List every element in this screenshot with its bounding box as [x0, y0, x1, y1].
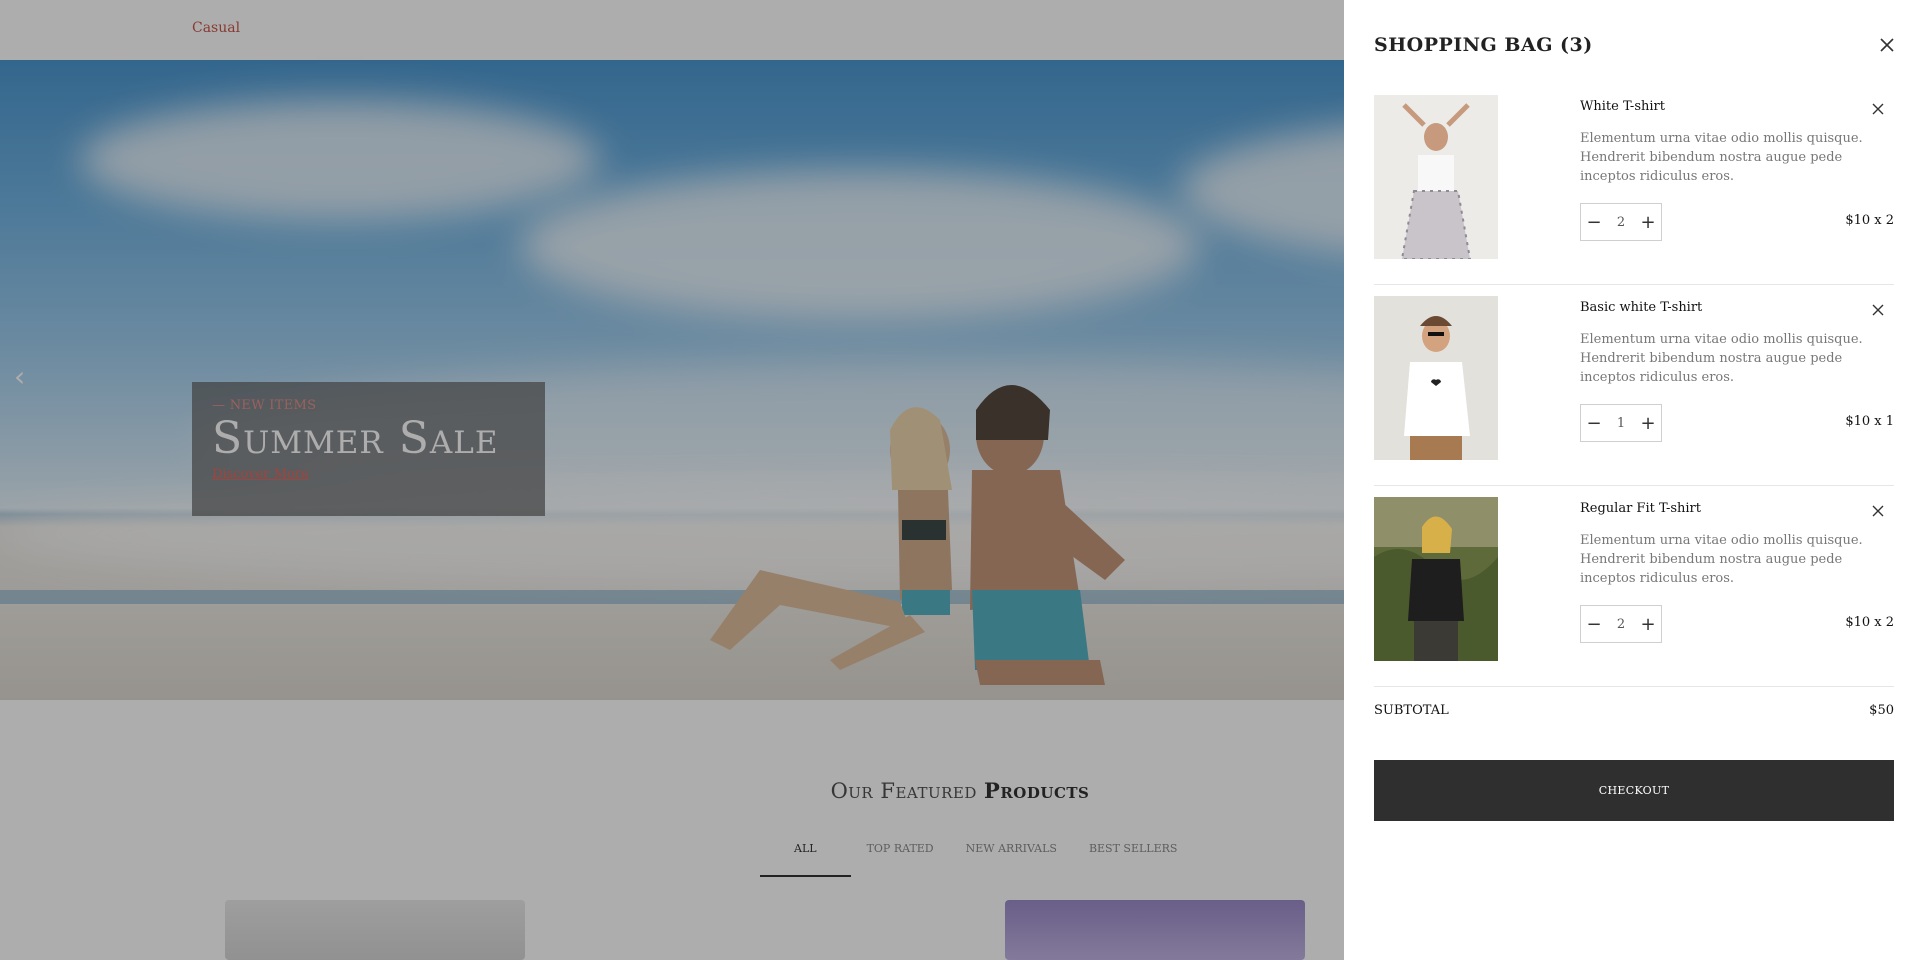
subtotal-label: SUBTOTAL [1374, 703, 1449, 718]
remove-item-icon[interactable] [1870, 302, 1886, 318]
close-icon[interactable] [1876, 34, 1898, 56]
item-price: $10 x 1 [1845, 414, 1894, 429]
quantity-input[interactable] [1607, 405, 1635, 441]
item-name[interactable]: Basic white T-shirt [1580, 300, 1702, 315]
plus-icon[interactable]: + [1635, 606, 1661, 642]
quantity-stepper: − + [1580, 605, 1662, 643]
item-price: $10 x 2 [1845, 615, 1894, 630]
quantity-input[interactable] [1607, 606, 1635, 642]
plus-icon[interactable]: + [1635, 405, 1661, 441]
cart-item: White T-shirt Elementum urna vitae odio … [1374, 95, 1894, 285]
quantity-stepper: − + [1580, 203, 1662, 241]
product-image[interactable] [1374, 296, 1498, 460]
minus-icon[interactable]: − [1581, 606, 1607, 642]
item-description: Elementum urna vitae odio mollis quisque… [1580, 332, 1863, 385]
plus-icon[interactable]: + [1635, 204, 1661, 240]
product-image[interactable] [1374, 95, 1498, 259]
item-name[interactable]: Regular Fit T-shirt [1580, 501, 1701, 516]
subtotal-row: SUBTOTAL $50 [1374, 703, 1894, 718]
minus-icon[interactable]: − [1581, 405, 1607, 441]
drawer-title: SHOPPING BAG (3) [1374, 34, 1593, 56]
minus-icon[interactable]: − [1581, 204, 1607, 240]
shopping-bag-drawer: SHOPPING BAG (3) White T-shirt Elementum… [1344, 0, 1920, 960]
subtotal-value: $50 [1869, 703, 1894, 718]
cart-item: Basic white T-shirt Elementum urna vitae… [1374, 296, 1894, 486]
checkout-button[interactable]: CHECKOUT [1374, 760, 1894, 821]
remove-item-icon[interactable] [1870, 503, 1886, 519]
item-description: Elementum urna vitae odio mollis quisque… [1580, 533, 1863, 586]
item-price: $10 x 2 [1845, 213, 1894, 228]
remove-item-icon[interactable] [1870, 101, 1886, 117]
cart-item: Regular Fit T-shirt Elementum urna vitae… [1374, 497, 1894, 687]
item-description: Elementum urna vitae odio mollis quisque… [1580, 131, 1863, 184]
quantity-input[interactable] [1607, 204, 1635, 240]
quantity-stepper: − + [1580, 404, 1662, 442]
item-name[interactable]: White T-shirt [1580, 99, 1665, 114]
product-image[interactable] [1374, 497, 1498, 661]
